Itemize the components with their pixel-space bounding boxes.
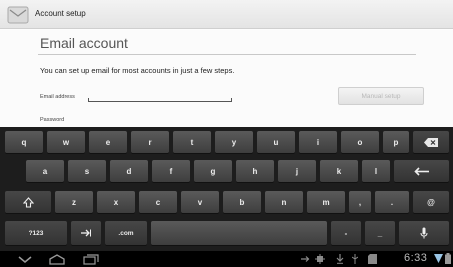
key-o[interactable]: o: [341, 131, 379, 153]
key-y[interactable]: y: [215, 131, 253, 153]
manual-setup-button[interactable]: Manual setup: [338, 87, 424, 105]
key-a[interactable]: a: [26, 160, 64, 182]
enter-icon: [413, 166, 429, 176]
recent-apps-icon[interactable]: [83, 254, 99, 265]
email-field-underline-right: [231, 98, 232, 102]
wifi-icon: [434, 254, 443, 263]
key-comma[interactable]: ,: [349, 191, 371, 213]
key-z[interactable]: z: [55, 191, 93, 213]
email-field-underline: [88, 101, 232, 102]
key-t[interactable]: t: [173, 131, 211, 153]
dash-key[interactable]: -: [331, 221, 361, 245]
key-f[interactable]: f: [152, 160, 190, 182]
window-title: Account setup: [35, 9, 86, 18]
dotcom-key[interactable]: .com: [105, 221, 147, 245]
shift-key[interactable]: [5, 191, 51, 213]
download-icon: [336, 254, 344, 264]
tab-icon: [81, 229, 91, 237]
hide-keyboard-icon[interactable]: [18, 256, 32, 263]
key-u[interactable]: u: [257, 131, 295, 153]
usb-storage-icon: [352, 254, 358, 264]
key-g[interactable]: g: [194, 160, 232, 182]
key-c[interactable]: c: [139, 191, 177, 213]
page-heading: Email account: [40, 35, 128, 51]
sd-card-icon: [368, 254, 377, 264]
usb-debug-icon: [315, 254, 325, 264]
key-b[interactable]: b: [223, 191, 261, 213]
status-clock: 6:33: [404, 252, 428, 264]
key-d[interactable]: d: [110, 160, 148, 182]
key-period[interactable]: .: [375, 191, 409, 213]
email-field-underline-left: [88, 98, 89, 102]
key-at[interactable]: @: [413, 191, 449, 213]
key-q[interactable]: q: [5, 131, 43, 153]
app-icon: [7, 6, 29, 24]
key-k[interactable]: k: [320, 160, 358, 182]
heading-divider: [38, 54, 416, 55]
key-l[interactable]: l: [362, 160, 390, 182]
key-e[interactable]: e: [89, 131, 127, 153]
key-p[interactable]: p: [383, 131, 409, 153]
underscore-key[interactable]: _: [365, 221, 395, 245]
key-n[interactable]: n: [265, 191, 303, 213]
usb-icon: [301, 256, 310, 262]
key-x[interactable]: x: [97, 191, 135, 213]
battery-icon: [445, 253, 451, 264]
system-bar: 6:33: [0, 251, 453, 267]
backspace-key[interactable]: [413, 131, 449, 153]
home-icon[interactable]: [49, 254, 65, 265]
key-h[interactable]: h: [236, 160, 274, 182]
key-s[interactable]: s: [68, 160, 106, 182]
title-bar: Account setup: [0, 0, 453, 29]
space-key[interactable]: [151, 221, 327, 245]
intro-text: You can set up email for most accounts i…: [40, 66, 235, 75]
key-r[interactable]: r: [131, 131, 169, 153]
numbers-key[interactable]: ?123: [5, 221, 67, 245]
enter-key[interactable]: [394, 160, 449, 182]
tab-key[interactable]: [71, 221, 101, 245]
screen: Account setup Email account You can set …: [0, 0, 453, 267]
password-label: Password: [40, 117, 65, 123]
email-label: Email address: [40, 94, 75, 100]
backspace-icon: [424, 137, 438, 147]
key-j[interactable]: j: [278, 160, 316, 182]
account-form: Email account You can set up email for m…: [0, 30, 453, 127]
key-v[interactable]: v: [181, 191, 219, 213]
key-w[interactable]: w: [47, 131, 85, 153]
soft-keyboard: q w e r t y u i o p a s d f g h j k l z …: [0, 127, 453, 251]
mic-key[interactable]: [399, 221, 449, 245]
key-i[interactable]: i: [299, 131, 337, 153]
key-m[interactable]: m: [307, 191, 345, 213]
mic-icon: [420, 227, 428, 239]
shift-icon: [22, 196, 34, 208]
